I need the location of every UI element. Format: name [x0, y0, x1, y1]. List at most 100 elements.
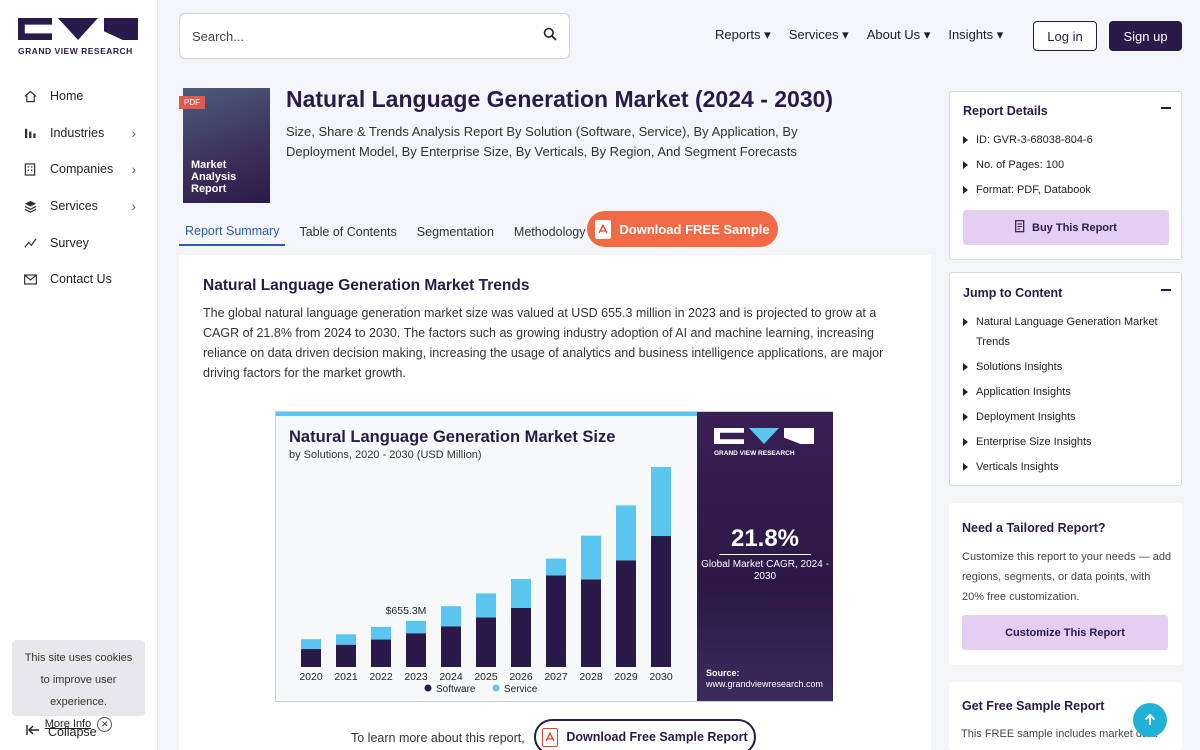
x-tick-label: 2023 — [404, 671, 428, 683]
collapse-arrow-icon — [26, 724, 40, 739]
sidebar-item-contact[interactable]: Contact Us — [14, 261, 144, 298]
legend-marker — [424, 684, 432, 692]
sample-text: This FREE sample includes market data — [961, 728, 1158, 740]
tailored-heading: Need a Tailored Report? — [962, 521, 1106, 535]
brand-logo-white: GRAND VIEW RESEARCH — [714, 428, 814, 457]
layers-icon — [22, 198, 38, 214]
cookie-banner: This site uses cookies to improve user e… — [12, 640, 145, 732]
jump-link[interactable]: Enterprise Size Insights — [963, 432, 1092, 452]
sidebar-item-survey[interactable]: Survey — [14, 224, 144, 261]
chevron-right-icon: › — [131, 198, 136, 215]
market-size-chart: 2020 2021 2022 2023 $655.3M 2024 2025 2026 2027 2… — [299, 467, 673, 695]
customize-report-button[interactable]: Customize This Report — [962, 615, 1168, 650]
sidebar-item-label: Contact Us — [50, 272, 112, 287]
market-infographic[interactable]: Natural Language Generation Market Size … — [275, 411, 833, 702]
page-subtitle: Size, Share & Trends Analysis Report By … — [286, 124, 798, 159]
top-nav: Reports ▾ Services ▾ About Us ▾ Insights… — [715, 27, 1003, 43]
bar-service-2029 — [616, 505, 636, 561]
x-tick-label: 2022 — [369, 671, 393, 683]
detail-item: No. of Pages: 100 — [963, 155, 1064, 175]
tab-report-summary[interactable]: Report Summary — [179, 218, 286, 246]
caret-right-icon — [963, 186, 968, 194]
legend-label: Software — [436, 684, 476, 695]
bar-software-2023 — [406, 633, 426, 667]
collapse-button[interactable]: Collapse — [26, 724, 97, 739]
bar-software-2022 — [371, 639, 391, 667]
minus-icon[interactable] — [1161, 289, 1171, 291]
nav-reports[interactable]: Reports ▾ — [715, 27, 771, 43]
caret-down-icon: ▾ — [923, 27, 931, 42]
download-sample-report-button[interactable]: Download Free Sample Report — [534, 719, 756, 750]
bar-service-2020 — [301, 639, 321, 650]
legend-label: Service — [504, 684, 538, 695]
tab-segmentation[interactable]: Segmentation — [411, 218, 500, 246]
home-icon — [22, 88, 38, 104]
tailored-report-card: Need a Tailored Report? Customize this r… — [949, 503, 1182, 665]
trends-paragraph: The global natural language generation m… — [203, 306, 884, 380]
bar-chart-icon — [22, 125, 38, 141]
bar-service-2021 — [336, 634, 356, 645]
cover-text: Market Analysis Report — [191, 159, 237, 195]
x-tick-label: 2029 — [614, 671, 638, 683]
x-tick-label: 2030 — [649, 671, 673, 683]
main-content: Natural Language Generation Market Trend… — [179, 255, 931, 750]
nav-insights[interactable]: Insights ▾ — [948, 27, 1003, 43]
sidebar-item-label: Companies — [50, 162, 114, 177]
bar-software-2025 — [476, 617, 496, 667]
nav-about-us[interactable]: About Us ▾ — [867, 27, 931, 43]
sidebar-item-home[interactable]: Home — [14, 78, 144, 115]
sample-heading: Get Free Sample Report — [962, 699, 1105, 713]
bar-service-2022 — [371, 626, 391, 640]
close-icon[interactable]: ✕ — [97, 716, 113, 732]
sidebar-item-companies[interactable]: Companies › — [14, 151, 144, 188]
divider — [719, 554, 811, 555]
legend-marker — [492, 684, 500, 692]
cagr-value: 21.8% — [730, 525, 800, 552]
report-details-heading: Report Details — [963, 104, 1048, 118]
search-icon[interactable] — [543, 27, 557, 46]
bar-software-2024 — [441, 626, 461, 667]
sidebar-item-label: Survey — [50, 235, 89, 250]
bar-service-2030 — [651, 467, 671, 537]
report-details-card: Report Details ID: GVR-3-68038-804-6 No.… — [949, 91, 1182, 260]
bar-software-2027 — [546, 575, 566, 667]
x-tick-label: 2025 — [474, 671, 498, 683]
pdf-icon — [542, 727, 559, 747]
detail-item: ID: GVR-3-68038-804-6 — [963, 130, 1093, 150]
search-input[interactable] — [192, 28, 543, 44]
buy-report-button[interactable]: Buy This Report — [963, 210, 1169, 245]
jump-link[interactable]: Solutions Insights — [963, 357, 1062, 377]
jump-link[interactable]: Natural Language Generation Market Trend… — [963, 312, 1168, 352]
x-tick-label: 2020 — [299, 671, 323, 683]
trends-heading: Natural Language Generation Market Trend… — [203, 277, 530, 294]
sidebar-item-industries[interactable]: Industries › — [14, 115, 144, 152]
building-icon — [22, 161, 38, 177]
jump-link[interactable]: Verticals Insights — [963, 457, 1059, 477]
mail-icon — [22, 271, 38, 287]
tab-methodology[interactable]: Methodology — [508, 218, 592, 246]
jump-heading: Jump to Content — [963, 286, 1063, 300]
scroll-to-top-button[interactable] — [1133, 703, 1167, 737]
sidebar-item-services[interactable]: Services › — [14, 188, 144, 225]
brand-logo[interactable]: GRAND VIEW RESEARCH — [18, 18, 140, 56]
jump-to-content-card: Jump to Content Natural Language Generat… — [949, 272, 1182, 486]
search-box — [179, 13, 570, 59]
signup-button[interactable]: Sign up — [1109, 21, 1182, 51]
tab-table-of-contents[interactable]: Table of Contents — [293, 218, 402, 246]
caret-right-icon — [963, 463, 968, 471]
bar-software-2029 — [616, 560, 636, 667]
minus-icon[interactable] — [1161, 107, 1171, 109]
pdf-icon — [595, 219, 612, 239]
jump-link[interactable]: Deployment Insights — [963, 407, 1076, 427]
nav-services[interactable]: Services ▾ — [789, 27, 849, 43]
brand-name: GRAND VIEW RESEARCH — [18, 46, 133, 56]
login-button[interactable]: Log in — [1033, 21, 1097, 51]
bar-software-2030 — [651, 536, 671, 667]
caret-right-icon — [963, 363, 968, 371]
bar-software-2026 — [511, 607, 531, 667]
page-title: Natural Language Generation Market (2024… — [286, 86, 834, 112]
caret-right-icon — [963, 161, 968, 169]
download-free-sample-button[interactable]: Download FREE Sample — [587, 211, 778, 247]
jump-link[interactable]: Application Insights — [963, 382, 1071, 402]
bar-software-2020 — [301, 649, 321, 667]
